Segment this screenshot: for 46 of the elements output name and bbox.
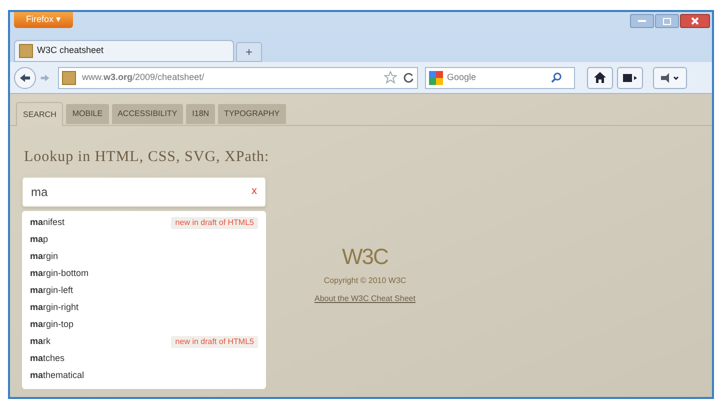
suggestion-item[interactable]: margin (30, 250, 58, 264)
suggestion-item[interactable]: margin-left (30, 284, 74, 298)
url-text: www.w3.org/2009/cheatsheet/ (82, 70, 204, 84)
lookup-heading: Lookup in HTML, CSS, SVG, XPath: (24, 148, 270, 167)
suggestion-item[interactable]: mathematical (30, 369, 84, 383)
lookup-field[interactable]: ma x (22, 176, 266, 206)
suggestion-item[interactable]: margin-right (30, 301, 79, 315)
suggestion-item[interactable]: matches (30, 352, 65, 366)
search-engine-icon[interactable] (429, 70, 443, 84)
suggestion-item[interactable]: map (30, 233, 48, 247)
panorama-button[interactable] (617, 66, 643, 88)
page-tab[interactable]: TYPOGRAPHY (218, 104, 286, 124)
home-icon (594, 72, 606, 83)
back-arrow-icon (19, 72, 31, 82)
clear-button[interactable]: x (252, 183, 257, 200)
star-icon[interactable] (384, 71, 397, 84)
close-icon[interactable] (680, 14, 710, 28)
page-tab[interactable]: I18N (186, 104, 216, 124)
site-icon (62, 70, 76, 84)
reload-icon[interactable] (403, 72, 414, 83)
search-icon[interactable] (551, 72, 562, 83)
suggestion-item[interactable]: margin-top (30, 318, 74, 332)
minimize-icon[interactable] (630, 14, 654, 28)
bookmarks-button[interactable] (653, 66, 687, 88)
tab-title: W3C cheatsheet (37, 44, 104, 58)
page-tab[interactable]: SEARCH (16, 102, 64, 126)
w3c-logo: W3C (342, 243, 388, 271)
browser-tab[interactable]: W3C cheatsheet (14, 40, 234, 62)
maximize-icon[interactable] (655, 14, 679, 28)
new-badge: new in draft of HTML5 (171, 336, 258, 348)
search-field[interactable]: Google (425, 66, 575, 88)
copyright-text: Copyright © 2010 W3C (324, 275, 406, 287)
site-icon (19, 44, 33, 58)
about-link[interactable]: About the W3C Cheat Sheet (314, 293, 416, 305)
suggestion-item[interactable]: manifest (30, 216, 65, 230)
new-tab-button[interactable]: + (236, 42, 262, 62)
back-button[interactable] (14, 66, 36, 88)
page-tab[interactable]: MOBILE (66, 104, 109, 124)
suggestion-item[interactable]: mark (30, 335, 51, 349)
lookup-input[interactable]: ma (31, 182, 252, 200)
address-bar[interactable]: www.w3.org/2009/cheatsheet/ (58, 66, 418, 88)
suggestion-item[interactable]: margin-bottom (30, 267, 89, 281)
home-button[interactable] (587, 66, 613, 88)
page-tab[interactable]: ACCESSIBILITY (112, 104, 184, 124)
new-badge: new in draft of HTML5 (171, 217, 258, 229)
search-input[interactable]: Google (447, 70, 547, 84)
